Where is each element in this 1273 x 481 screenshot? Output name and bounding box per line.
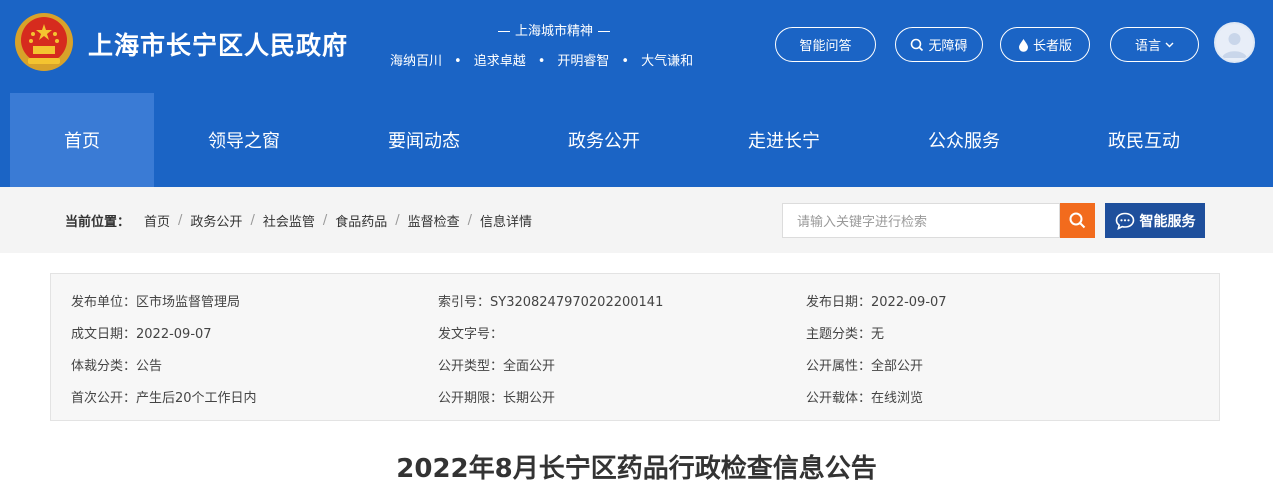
- language-button[interactable]: 语言: [1110, 27, 1199, 62]
- ai-qa-label: 智能问答: [799, 39, 852, 54]
- site-title[interactable]: 上海市长宁区人民政府: [88, 26, 348, 62]
- nav-item-gov-affairs[interactable]: 政务公开: [514, 93, 694, 187]
- breadcrumb-item[interactable]: 政务公开: [190, 211, 242, 230]
- breadcrumb-label: 当前位置：: [65, 215, 131, 230]
- drop-icon: [1018, 38, 1028, 52]
- breadcrumb-item[interactable]: 食品药品: [335, 211, 387, 230]
- meta-publisher: 发布单位：区市场监督管理局: [71, 295, 241, 310]
- city-spirit-items: 海纳百川 • 追求卓越 • 开明睿智 • 大气谦和: [390, 54, 694, 69]
- nav-item-public-service[interactable]: 公众服务: [874, 93, 1054, 187]
- chat-bubble-icon: [1115, 212, 1134, 230]
- meta-open-attr: 公开属性：全部公开: [806, 359, 924, 374]
- breadcrumb-item[interactable]: 监督检查: [408, 211, 460, 230]
- nav-item-home[interactable]: 首页: [10, 93, 154, 187]
- nav-item-news[interactable]: 要闻动态: [334, 93, 514, 187]
- accessibility-label: 无障碍: [928, 39, 968, 54]
- national-emblem-icon[interactable]: [14, 12, 74, 72]
- meta-written-date: 成文日期：2022-09-07: [71, 327, 212, 342]
- meta-index-no: 索引号：SY3208247970202200141: [438, 295, 664, 310]
- accessibility-button[interactable]: 无障碍: [895, 27, 983, 62]
- breadcrumb-item[interactable]: 首页: [144, 211, 170, 230]
- chevron-down-icon: [1165, 42, 1174, 47]
- breadcrumb-bar: 当前位置： 首页 / 政务公开 / 社会监管 / 食品药品 / 监督检查 / 信…: [0, 187, 1273, 253]
- search-button[interactable]: [1060, 203, 1095, 238]
- city-spirit-title: 上海城市精神: [386, 20, 722, 39]
- nav-item-changning[interactable]: 走进长宁: [694, 93, 874, 187]
- breadcrumb: 当前位置： 首页 / 政务公开 / 社会监管 / 食品药品 / 监督检查 / 信…: [65, 211, 533, 230]
- ai-qa-button[interactable]: 智能问答: [775, 27, 876, 62]
- document-title: 2022年8月长宁区药品行政检查信息公告: [396, 454, 877, 481]
- document-metadata: 发布单位：区市场监督管理局 索引号：SY3208247970202200141 …: [50, 273, 1220, 421]
- meta-publish-date: 发布日期：2022-09-07: [806, 295, 947, 310]
- breadcrumb-item[interactable]: 信息详情: [480, 211, 532, 230]
- meta-open-period: 公开期限：长期公开: [438, 391, 556, 406]
- spirit-item: 大气谦和: [641, 54, 694, 69]
- meta-doc-no: 发文字号：: [438, 327, 504, 342]
- user-avatar[interactable]: [1214, 22, 1255, 63]
- smart-service-button[interactable]: 智能服务: [1105, 203, 1205, 238]
- meta-open-medium: 公开载体：在线浏览: [806, 391, 924, 406]
- spirit-item: 海纳百川: [390, 54, 443, 69]
- spirit-item: 追求卓越: [473, 54, 526, 69]
- meta-genre: 体裁分类：公告: [71, 359, 163, 374]
- smart-service-label: 智能服务: [1139, 213, 1196, 230]
- meta-first-open: 首次公开：产生后20个工作日内: [71, 391, 257, 406]
- language-label: 语言: [1134, 39, 1161, 54]
- spirit-item: 开明睿智: [557, 54, 610, 69]
- meta-topic: 主题分类：无: [806, 327, 885, 342]
- breadcrumb-item[interactable]: 社会监管: [263, 211, 315, 230]
- meta-open-type: 公开类型：全面公开: [438, 359, 556, 374]
- elder-mode-label: 长者版: [1032, 39, 1072, 54]
- search-icon: [911, 38, 924, 51]
- elder-mode-button[interactable]: 长者版: [1000, 27, 1090, 62]
- nav-item-interaction[interactable]: 政民互动: [1054, 93, 1234, 187]
- search-icon: [1069, 212, 1086, 229]
- user-icon: [1222, 33, 1247, 58]
- main-nav: 首页 领导之窗 要闻动态 政务公开 走进长宁 公众服务 政民互动: [0, 93, 1273, 187]
- search-input[interactable]: 请输入关键字进行检索: [782, 203, 1060, 238]
- top-header: 上海市长宁区人民政府 上海城市精神 海纳百川 • 追求卓越 • 开明睿智 • 大气谦和 智能…: [0, 0, 1273, 93]
- nav-item-leaders[interactable]: 领导之窗: [154, 93, 334, 187]
